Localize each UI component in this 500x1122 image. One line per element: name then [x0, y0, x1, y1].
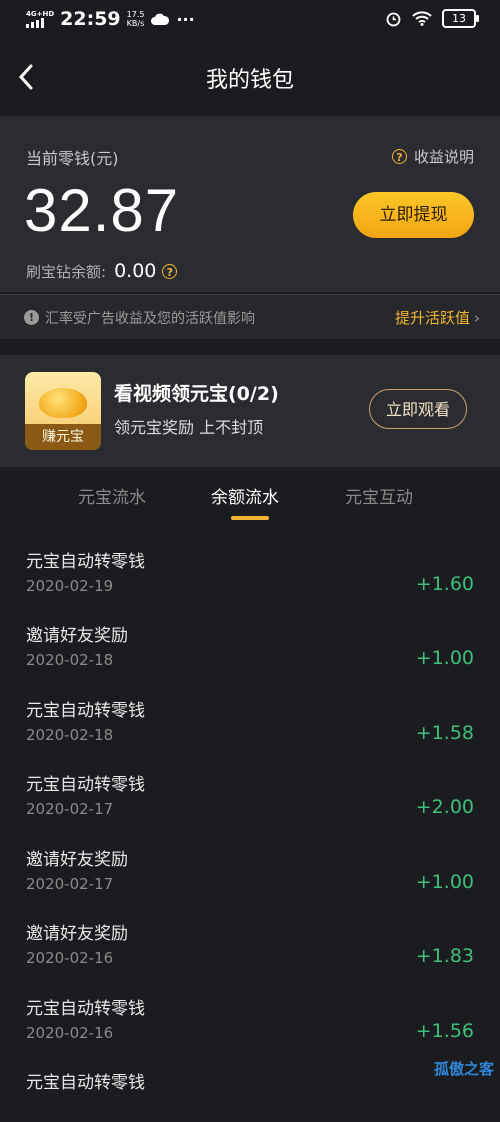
transaction-title: 元宝自动转零钱 [26, 775, 145, 795]
cloud-icon [151, 13, 170, 25]
transaction-date: 2020-02-18 [26, 651, 114, 669]
income-help-link[interactable]: ? 收益说明 [391, 146, 474, 167]
status-bar: 4G+HD 22:59 17.5 KB/s ··· 13 [0, 0, 500, 38]
promo-title: 看视频领元宝(0/2) [114, 383, 279, 405]
boost-activity-link[interactable]: 提升活跃值 [395, 307, 470, 328]
wifi-icon [412, 11, 432, 26]
transaction-amount: +1.58 [415, 722, 474, 744]
transaction-date: 2020-02-16 [26, 1024, 114, 1042]
list-item[interactable]: 元宝自动转零钱 2020-02-18 +1.58 [0, 676, 500, 750]
exchange-rate-notice: ! 汇率受广告收益及您的活跃值影响 提升活跃值 › [0, 294, 500, 339]
alarm-icon [386, 12, 401, 27]
battery-icon: 13 [442, 9, 479, 28]
transaction-date: 2020-02-17 [26, 800, 114, 818]
transaction-date: 2020-02-17 [26, 875, 114, 893]
balance-help-icon[interactable]: ? [162, 263, 178, 279]
promo-image-tag: 赚元宝 [25, 424, 101, 450]
wallet-label: 当前零钱(元) [26, 149, 119, 168]
transaction-date: 2020-02-19 [26, 577, 114, 595]
balance-value: 0.00 [114, 260, 157, 282]
active-tab-indicator [231, 516, 269, 520]
tab-ingot-interaction[interactable]: 元宝互动 [345, 483, 413, 508]
promo-subtitle: 领元宝奖励 上不封顶 [114, 418, 264, 437]
list-item[interactable]: 邀请好友奖励 2020-02-17 +1.00 [0, 825, 500, 899]
list-item[interactable]: 元宝自动转零钱 [0, 1048, 500, 1122]
transaction-amount: +2.00 [415, 796, 474, 818]
transaction-title: 元宝自动转零钱 [26, 1073, 145, 1093]
network-type: 4G+HD [26, 10, 55, 18]
ledger-tabs: 元宝流水 余额流水 元宝互动 [0, 467, 500, 527]
chevron-right-icon: › [474, 309, 480, 327]
page-title: 我的钱包 [205, 68, 294, 93]
transaction-title: 元宝自动转零钱 [26, 552, 145, 572]
list-item[interactable]: 元宝自动转零钱 2020-02-16 +1.56 [0, 974, 500, 1048]
transaction-amount: +1.60 [415, 573, 474, 595]
transaction-title: 邀请好友奖励 [26, 850, 128, 870]
transaction-amount: +1.56 [415, 1020, 474, 1042]
video-reward-banner: 赚元宝 看视频领元宝(0/2) 领元宝奖励 上不封顶 立即观看 [0, 355, 500, 467]
transaction-date: 2020-02-18 [26, 726, 114, 744]
transaction-title: 邀请好友奖励 [26, 626, 128, 646]
transaction-amount: +1.00 [415, 871, 474, 893]
nav-bar: 我的钱包 [0, 38, 500, 116]
list-item[interactable]: 元宝自动转零钱 2020-02-17 +2.00 [0, 750, 500, 824]
signal-icon: 4G+HD [26, 10, 54, 28]
transaction-date: 2020-02-16 [26, 949, 114, 967]
tab-ingot-ledger[interactable]: 元宝流水 [78, 483, 146, 508]
list-item[interactable]: 邀请好友奖励 2020-02-18 +1.00 [0, 601, 500, 675]
wallet-card: 当前零钱(元) ? 收益说明 32.87 立即提现 刷宝钻余额: 0.00 ? [0, 116, 500, 292]
more-notifications-icon: ··· [176, 9, 195, 29]
tab-balance-ledger[interactable]: 余额流水 [211, 483, 279, 508]
network-speed: 17.5 KB/s [126, 10, 145, 28]
watch-now-button[interactable]: 立即观看 [369, 389, 467, 429]
income-help-label: 收益说明 [413, 148, 474, 166]
question-icon: ? [391, 149, 407, 164]
balance-label: 刷宝钻余额: [26, 262, 107, 281]
watermark: 孤傲之客 [433, 1060, 494, 1078]
transaction-title: 邀请好友奖励 [26, 924, 128, 944]
notice-text: 汇率受广告收益及您的活跃值影响 [45, 311, 255, 327]
withdraw-button[interactable]: 立即提现 [353, 192, 474, 238]
list-item[interactable]: 元宝自动转零钱 2020-02-19 +1.60 [0, 527, 500, 601]
clock: 22:59 [60, 8, 121, 30]
transaction-title: 元宝自动转零钱 [26, 999, 145, 1019]
transaction-amount: +1.00 [415, 647, 474, 669]
gold-ingot-icon: 赚元宝 [25, 372, 101, 450]
diamond-balance: 刷宝钻余额: 0.00 ? [26, 260, 178, 282]
transaction-title: 元宝自动转零钱 [26, 701, 145, 721]
transaction-amount: +1.83 [415, 945, 474, 967]
wallet-amount: 32.87 [24, 177, 180, 244]
info-icon: ! [24, 310, 39, 325]
list-item[interactable]: 邀请好友奖励 2020-02-16 +1.83 [0, 899, 500, 973]
